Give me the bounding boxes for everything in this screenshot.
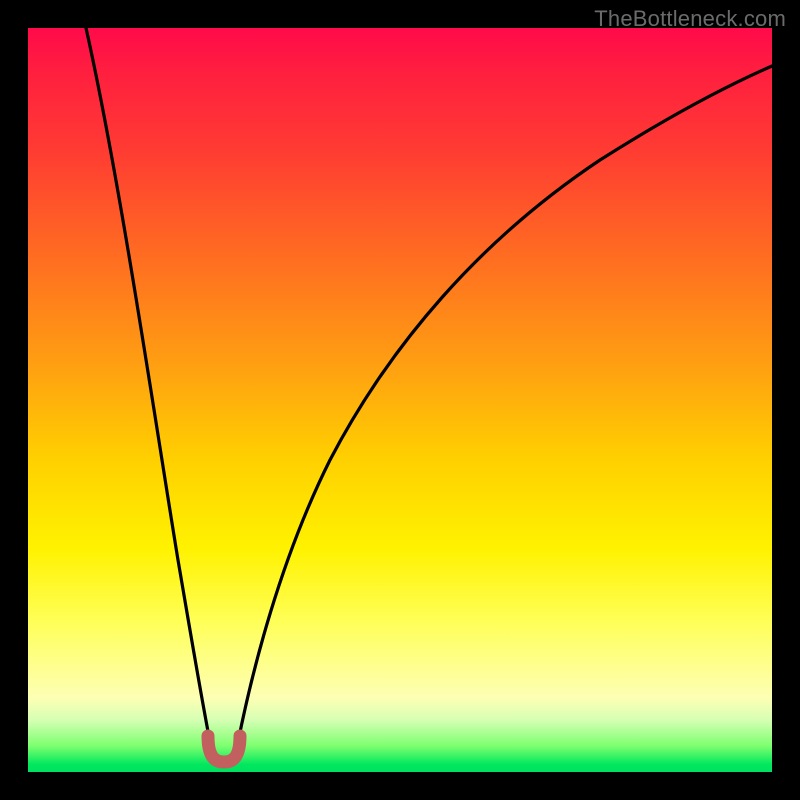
bottleneck-curve-left — [86, 28, 210, 742]
watermark-text: TheBottleneck.com — [594, 6, 786, 32]
min-marker — [208, 736, 240, 762]
curve-layer — [0, 0, 800, 800]
bottleneck-curve-right — [238, 66, 772, 742]
outer-frame: TheBottleneck.com — [0, 0, 800, 800]
